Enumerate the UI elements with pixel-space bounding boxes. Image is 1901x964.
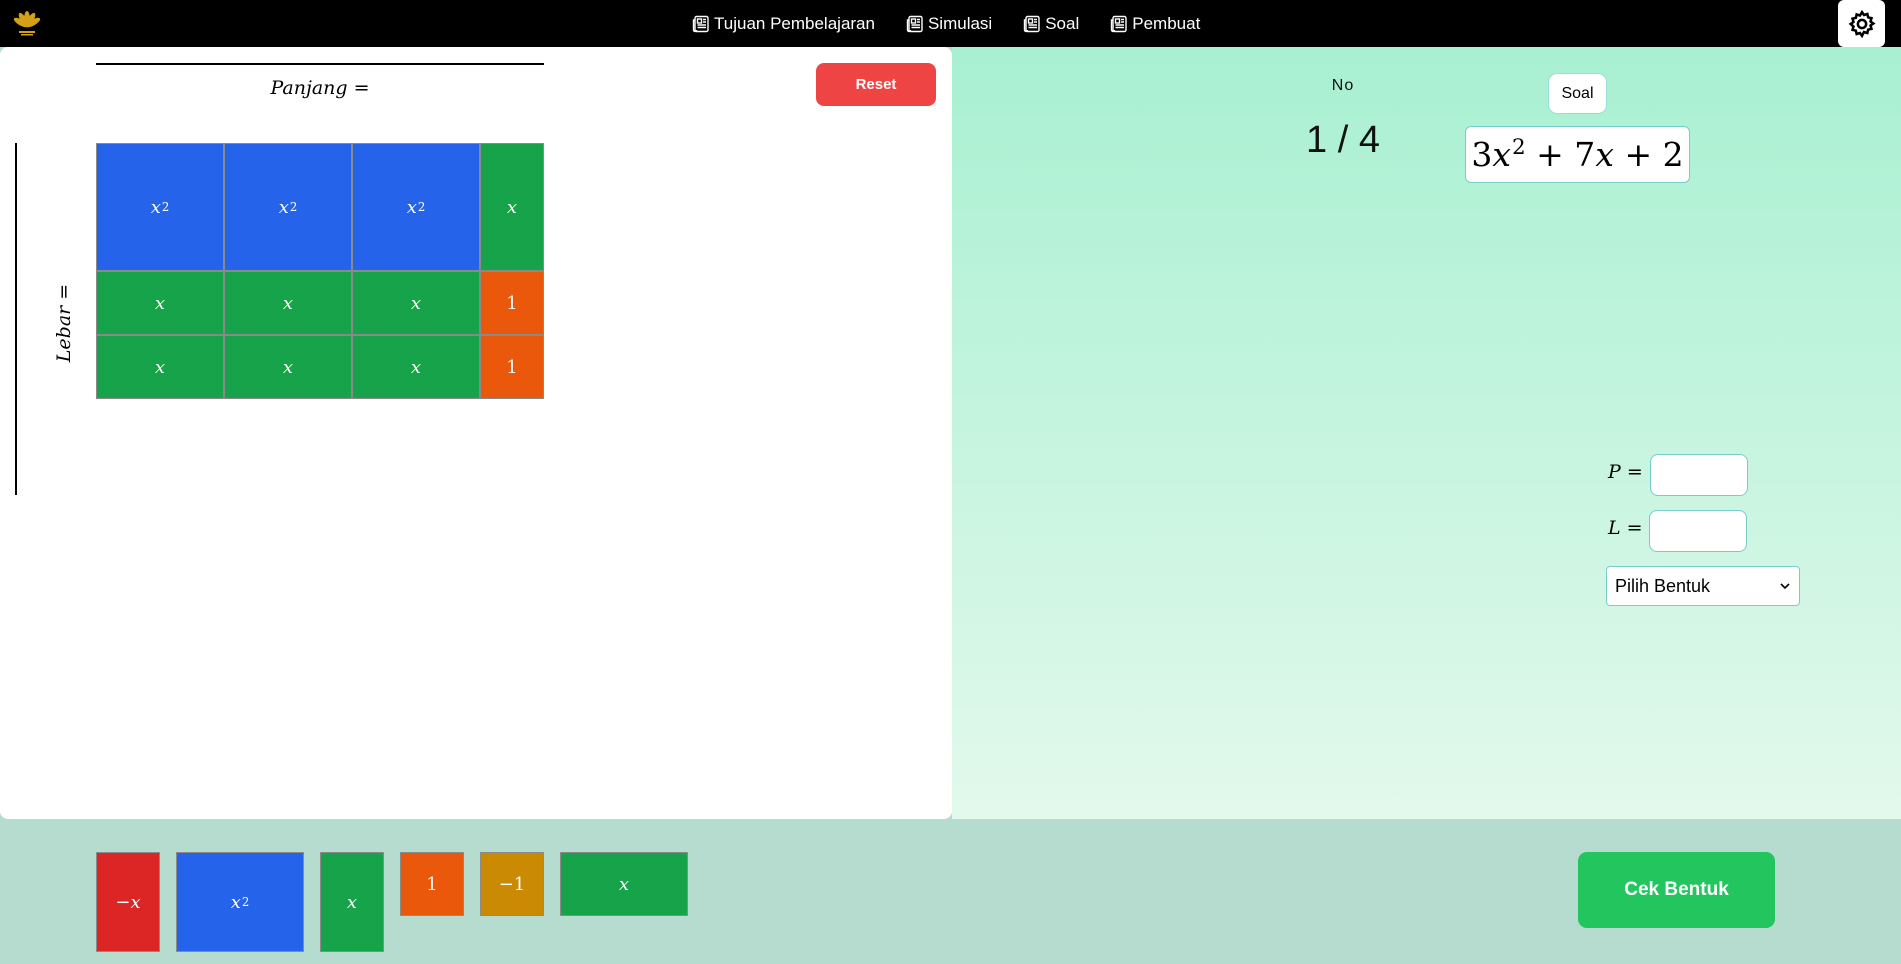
nav-label: Simulasi (927, 13, 993, 33)
panjang-label: Panjang = (270, 77, 370, 99)
tile-base: x (278, 196, 289, 218)
tile-exponent: 2 (417, 200, 426, 214)
expr-term: + 7 (1536, 135, 1596, 174)
nav-tujuan-pembelajaran[interactable]: Tujuan Pembelajaran (691, 14, 875, 34)
lebar-label: Lebar = (53, 283, 75, 363)
expr-var: x (1492, 135, 1512, 174)
gear-icon (1848, 9, 1876, 38)
nav-label: Pembuat (1132, 13, 1201, 33)
palette-x-vertical-tile[interactable]: x (320, 852, 384, 952)
tile-x[interactable]: x (352, 335, 480, 399)
p-input[interactable] (1650, 454, 1748, 496)
newspaper-icon (692, 15, 709, 32)
tile-x[interactable]: x (352, 271, 480, 335)
soal-badge: Soal (1548, 73, 1607, 114)
tile-label: x (154, 356, 166, 378)
tile-label: x (410, 356, 422, 378)
tile-label: x (154, 292, 166, 314)
nav-label: Tujuan Pembelajaran (714, 13, 875, 33)
length-line (96, 63, 544, 65)
palette-neg-x-tile[interactable]: −x (96, 852, 160, 952)
nav-simulasi[interactable]: Simulasi (905, 14, 992, 34)
nav-menu: Tujuan Pembelajaran Simulasi Soal Pembua… (691, 0, 1200, 47)
tile-label: x (282, 292, 294, 314)
tile-label: x (506, 196, 518, 218)
tile-label: −1 (498, 873, 526, 895)
expr-coef: 3 (1471, 135, 1493, 174)
question-counter: 1 / 4 (1306, 119, 1380, 161)
tile-one[interactable]: 1 (480, 335, 544, 399)
shape-select[interactable]: Pilih Bentuk (1606, 566, 1800, 606)
tile-x[interactable]: x (224, 335, 352, 399)
newspaper-icon (906, 15, 923, 32)
tile-label: x (346, 891, 358, 913)
palette-x-horizontal-tile[interactable]: x (560, 852, 688, 916)
tile-exponent: 2 (241, 895, 250, 909)
newspaper-icon (1024, 15, 1040, 32)
expr-exp: 2 (1512, 135, 1526, 161)
expr-var: x (1595, 135, 1614, 174)
palette-one-tile[interactable]: 1 (400, 852, 464, 916)
tile-label: x (282, 356, 294, 378)
settings-button[interactable] (1838, 0, 1885, 47)
tile-base: x (406, 196, 417, 218)
tile-label: x (618, 873, 630, 895)
tile-x[interactable]: x (224, 271, 352, 335)
workspace-canvas[interactable]: Panjang = Lebar = Reset x2 x2 x2 x x x x… (0, 47, 952, 819)
logo-icon (13, 11, 41, 36)
tile-label: −x (115, 891, 141, 913)
cek-bentuk-button[interactable]: Cek Bentuk (1578, 852, 1775, 928)
number-label: No (1331, 77, 1355, 94)
l-label: L = (1608, 517, 1643, 539)
tile-x-squared[interactable]: x2 (224, 143, 352, 271)
tile-label: x (410, 292, 422, 314)
width-line (15, 143, 17, 495)
nav-soal[interactable]: Soal (1022, 14, 1079, 34)
expr-term: + 2 (1624, 135, 1684, 174)
p-label: P = (1608, 461, 1643, 483)
nav-label: Soal (1045, 13, 1080, 33)
tile-base: x (150, 196, 161, 218)
expression-box: 3x2 + 7x + 2 (1465, 126, 1690, 183)
expression: 3x2 + 7x + 2 (1471, 135, 1683, 174)
tile-x[interactable]: x (96, 335, 224, 399)
tile-x[interactable]: x (480, 143, 544, 271)
palette-neg-one-tile[interactable]: −1 (480, 852, 544, 916)
select-value: Pilih Bentuk (1615, 575, 1711, 596)
tile-exponent: 2 (289, 200, 298, 214)
tile-x-squared[interactable]: x2 (96, 143, 224, 271)
question-panel: No 1 / 4 Soal 3x2 + 7x + 2 P = L = Pilih… (952, 47, 1901, 819)
tile-label: 1 (506, 292, 518, 314)
top-navbar: Tujuan Pembelajaran Simulasi Soal Pembua… (0, 0, 1901, 47)
tile-one[interactable]: 1 (480, 271, 544, 335)
tile-x[interactable]: x (96, 271, 224, 335)
palette-x-squared-tile[interactable]: x2 (176, 852, 304, 952)
tile-x-squared[interactable]: x2 (352, 143, 480, 271)
tile-exponent: 2 (161, 200, 170, 214)
l-input[interactable] (1649, 510, 1747, 552)
tile-base: x (230, 891, 241, 913)
tile-label: 1 (506, 356, 518, 378)
newspaper-icon (1111, 15, 1127, 32)
reset-button[interactable]: Reset (816, 63, 936, 106)
nav-pembuat[interactable]: Pembuat (1109, 14, 1200, 34)
chevron-down-icon (1780, 583, 1790, 590)
tile-label: 1 (426, 873, 438, 895)
